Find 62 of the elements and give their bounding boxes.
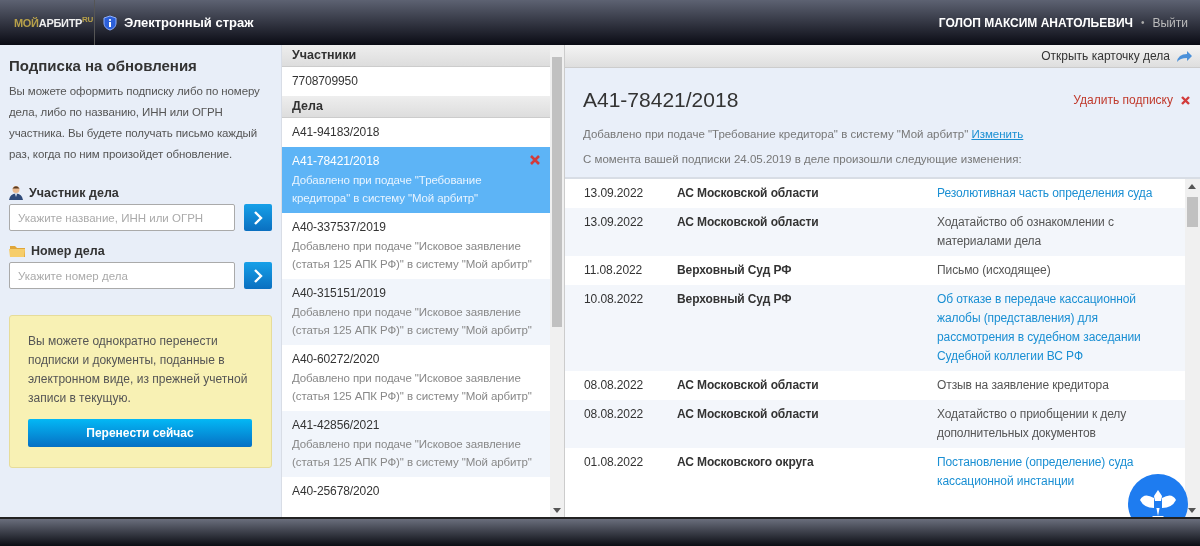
table-cell-text: 11.08.2022 [584, 262, 644, 279]
search-field[interactable]: Укажите название, ИНН или ОГРН [9, 204, 235, 231]
table-cell-text: АС Московской области [677, 214, 820, 231]
shield-icon [103, 14, 117, 31]
table-cell-text: 08.08.2022 [584, 406, 645, 423]
case-list-item[interactable]: А41-42856/2021 Добавлено при подаче "Исковое заявление (статья 125 АПК РФ)" в систему "Мой арбитр" [282, 411, 550, 477]
table-cell-text: Ходатайство о приобщении к делу дополнительных документов [937, 406, 1128, 442]
case-list-item[interactable]: 7708709950 [282, 67, 550, 96]
scrollbar-thumb[interactable] [552, 57, 562, 327]
table-cell-text: 13.09.2022 [584, 214, 645, 231]
submit-button[interactable] [244, 204, 272, 231]
table-cell-text: Ходатайство об ознакомлении с материалами дела [937, 214, 1115, 250]
delete-icon[interactable] [1181, 95, 1190, 105]
scrollbar[interactable] [1185, 179, 1200, 517]
open-card-link[interactable]: Открыть карточку дела [1041, 49, 1170, 63]
arrow-icon [1176, 49, 1192, 63]
delete-subscription-link[interactable]: Удалить подписку [1073, 93, 1173, 107]
table-cell-text: АС Московской области [677, 185, 820, 202]
case-number: А41-78421/2018 [583, 88, 739, 112]
panel-title: Подписка на обновления [9, 57, 198, 74]
table-cell-text: АС Московской области [677, 377, 820, 394]
scroll-up-icon[interactable] [1188, 184, 1196, 189]
table-cell-text: 01.08.2022 [584, 454, 645, 471]
table-cell-text: Верховный Суд РФ [677, 291, 793, 308]
person-icon [9, 185, 23, 200]
document-link[interactable]: Постановление (определение) суда кассационной инстанции [937, 453, 1173, 491]
table-cell-text: 13.09.2022 [584, 185, 645, 202]
table-cell-text: Отзыв на заявление кредитора [937, 377, 1109, 394]
case-list-item[interactable]: А41-94183/2018 [282, 118, 550, 147]
table-cell-text: АС Московского округа [677, 454, 815, 471]
added-note: Добавлено при подаче "Требование кредитора" в систему "Мой арбитр" Изменить [583, 128, 1025, 140]
case-list-item[interactable]: А40-60272/2020 Добавлено при подаче "Исковое заявление (статья 125 АПК РФ)" в систему "Мой арбитр" [282, 345, 550, 411]
section-header: Участники [282, 45, 550, 67]
service-title: Электронный страж [124, 15, 254, 30]
table-cell-text: Письмо (исходящее) [937, 262, 1051, 279]
description-text: Вы можете оформить подписку либо по номеру дела, либо по названию, ИНН или ОГРН участника. Вы будете получать письмо каждый раз, когда по ним произойдет обновление. [9, 84, 261, 162]
field-label: Номер дела [31, 243, 105, 258]
section-header: Дела [282, 96, 550, 118]
delete-icon[interactable] [530, 155, 540, 165]
case-list-item[interactable]: А40-25678/2020 [282, 477, 550, 506]
chevron-right-icon [253, 210, 263, 225]
table-cell-text: Верховный Суд РФ [677, 262, 793, 279]
notice-text: Вы можете однократно перенести подписки и документы, поданные в электронном виде, из прежней учетной записи в текущую. [28, 333, 249, 407]
case-list-item[interactable]: А40-315151/2019 Добавлено при подаче "Исковое заявление (статья 125 АПК РФ)" в систему "Мой арбитр" [282, 279, 550, 345]
logout-link[interactable]: Выйти [1152, 15, 1188, 30]
scrollbar[interactable] [550, 45, 564, 517]
field-label: Участник дела [29, 185, 119, 200]
case-list-item[interactable]: А40-337537/2019 Добавлено при подаче "Исковое заявление (статья 125 АПК РФ)" в систему "Мой арбитр" [282, 213, 550, 279]
user-name: ГОЛОП МАКСИМ АНАТОЛЬЕВИЧ [938, 15, 1133, 30]
folder-icon [9, 243, 25, 258]
separator: • [1140, 17, 1145, 28]
scrollbar-thumb[interactable] [1187, 197, 1198, 227]
submit-button[interactable] [244, 262, 272, 289]
table-cell-text: АС Московской области [677, 406, 820, 423]
scroll-down-icon[interactable] [1188, 508, 1196, 513]
table-cell-text: 10.08.2022 [584, 291, 645, 308]
chevron-right-icon [253, 268, 263, 283]
table-cell-text: 08.08.2022 [584, 377, 645, 394]
since-text: С момента вашей подписки 24.05.2019 в деле произошли следующие изменения: [583, 153, 1023, 165]
document-link[interactable]: Резолютивная часть определения суда [937, 184, 1153, 203]
search-field[interactable]: Укажите номер дела [9, 262, 235, 289]
scroll-down-icon[interactable] [553, 508, 561, 513]
